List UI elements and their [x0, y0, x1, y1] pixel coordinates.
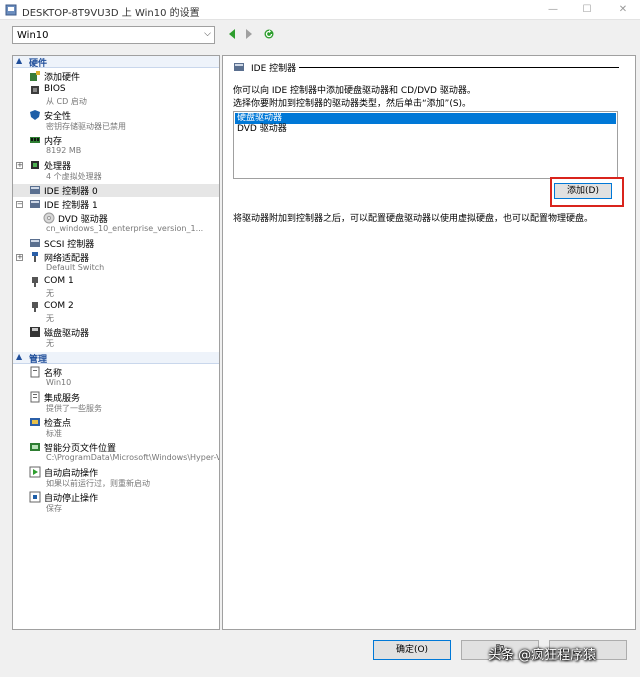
ide-controller-icon	[30, 186, 40, 194]
tree-item-label: COM 1	[44, 276, 74, 286]
tree-item-add-hardware[interactable]: 添加硬件	[13, 70, 219, 83]
auto-start-icon	[29, 466, 41, 478]
title-bar: DESKTOP-8T9VU3D 上 Win10 的设置 — ☐ ✕	[0, 0, 640, 20]
panel-title: IDE 控制器	[251, 64, 297, 74]
tree-item-smart-paging[interactable]: 智能分页文件位置 C:\ProgramData\Microsoft\Window…	[13, 441, 219, 465]
paging-file-icon	[30, 443, 40, 451]
tree-item-detail: 如果以前运行过，则重新启动	[46, 479, 150, 488]
watermark: 头条 @疯狂程序猿	[488, 648, 597, 663]
tree-item-checkpoints[interactable]: 检查点 标准	[13, 416, 219, 440]
tree-item-bios[interactable]: BIOS 从 CD 启动	[13, 84, 219, 108]
tree-item-detail: 从 CD 启动	[46, 97, 87, 106]
collapse-icon[interactable]: −	[16, 201, 23, 208]
close-button[interactable]: ✕	[606, 0, 640, 20]
tree-item-label: COM 2	[44, 301, 74, 311]
tree-item-label: BIOS	[44, 84, 66, 94]
forward-arrow-icon[interactable]	[243, 28, 255, 40]
tree-item-label: 添加硬件	[44, 73, 81, 83]
tree-item-detail: cn_windows_10_enterprise_version_1...	[46, 224, 204, 233]
memory-icon	[30, 137, 40, 143]
shield-icon	[30, 110, 40, 120]
tree-item-detail: 无	[46, 314, 54, 323]
ide-controller-icon	[30, 200, 40, 208]
tree-item-detail: 保存	[46, 504, 62, 513]
floppy-disk-icon	[30, 327, 40, 337]
expand-icon[interactable]: +	[16, 162, 23, 169]
tree-item-memory[interactable]: 内存 8192 MB	[13, 134, 219, 158]
tree-item-detail: Default Switch	[46, 263, 105, 272]
tree-item-name[interactable]: 名称 Win10	[13, 366, 219, 390]
panel-description-line2: 选择你要附加到控制器的驱动器类型，然后单击“添加”(S)。	[233, 99, 472, 109]
tree-item-dvd-drive[interactable]: DVD 驱动器 cn_windows_10_enterprise_version…	[13, 212, 219, 236]
ide-controller-panel: IDE 控制器 你可以向 IDE 控制器中添加硬盘驱动器和 CD/DVD 驱动器…	[222, 55, 636, 630]
vm-selector-dropdown[interactable]: Win10 ⌵	[12, 26, 215, 44]
ide-controller-icon	[234, 63, 244, 71]
tree-item-detail: 无	[46, 289, 54, 298]
add-hardware-icon	[30, 71, 40, 81]
tree-item-detail: 标准	[46, 429, 62, 438]
tree-item-auto-stop[interactable]: 自动停止操作 保存	[13, 491, 219, 515]
list-item-dvd-drive[interactable]: DVD 驱动器	[235, 124, 616, 135]
tree-item-scsi-controller[interactable]: SCSI 控制器	[13, 237, 219, 250]
tree-item-detail: 提供了一些服务	[46, 404, 102, 413]
network-adapter-icon	[32, 252, 38, 262]
tree-item-detail: 8192 MB	[46, 146, 82, 155]
auto-stop-icon	[29, 491, 41, 503]
vm-selector-value: Win10	[17, 30, 49, 41]
collapse-icon[interactable]: ▲	[16, 352, 22, 361]
panel-description-line1: 你可以向 IDE 控制器中添加硬盘驱动器和 CD/DVD 驱动器。	[233, 86, 476, 96]
name-tag-icon	[30, 366, 40, 378]
expand-icon[interactable]: +	[16, 254, 23, 261]
tree-item-detail: 密钥存储驱动器已禁用	[46, 122, 126, 131]
group-divider	[299, 67, 619, 68]
tree-item-detail: 无	[46, 339, 54, 348]
dvd-disc-icon	[43, 212, 55, 224]
drive-type-list[interactable]: 硬盘驱动器 DVD 驱动器	[233, 111, 618, 179]
tree-item-integration-services[interactable]: 集成服务 提供了一些服务	[13, 391, 219, 415]
checkpoint-icon	[30, 418, 40, 426]
refresh-icon[interactable]	[263, 28, 275, 40]
tree-item-detail: 4 个虚拟处理器	[46, 172, 102, 181]
hardware-section-header[interactable]: ▲ 硬件	[13, 56, 219, 69]
com-port-icon	[32, 277, 38, 287]
tree-item-detail: Win10	[46, 378, 72, 387]
settings-app-icon	[5, 4, 17, 16]
ok-button[interactable]: 确定(O)	[373, 640, 451, 660]
tree-item-label: SCSI 控制器	[44, 240, 95, 250]
tree-item-com2[interactable]: COM 2 无	[13, 301, 219, 325]
maximize-button[interactable]: ☐	[570, 0, 604, 20]
scsi-controller-icon	[30, 239, 40, 247]
window-title: DESKTOP-8T9VU3D 上 Win10 的设置	[22, 8, 200, 19]
minimize-button[interactable]: —	[536, 0, 570, 20]
collapse-icon[interactable]: ▲	[16, 56, 22, 65]
tree-item-label: IDE 控制器 1	[44, 201, 98, 211]
add-button[interactable]: 添加(D)	[554, 183, 612, 199]
tree-item-detail: C:\ProgramData\Microsoft\Windows\Hyper-V	[46, 453, 220, 462]
back-arrow-icon[interactable]	[226, 28, 238, 40]
chevron-down-icon: ⌵	[204, 29, 211, 39]
panel-footer-text: 将驱动器附加到控制器之后，可以配置硬盘驱动器以使用虚拟硬盘，也可以配置物理硬盘。	[233, 214, 594, 224]
tree-item-com1[interactable]: COM 1 无	[13, 276, 219, 300]
tree-item-processor[interactable]: + 处理器 4 个虚拟处理器	[13, 159, 219, 183]
tree-item-security[interactable]: 安全性 密钥存储驱动器已禁用	[13, 109, 219, 133]
tree-item-label: IDE 控制器 0	[44, 187, 98, 197]
tree-item-auto-start[interactable]: 自动启动操作 如果以前运行过，则重新启动	[13, 466, 219, 490]
com-port-icon	[32, 302, 38, 312]
tree-item-ide-controller-1[interactable]: − IDE 控制器 1	[13, 198, 219, 211]
settings-tree: ▲ 硬件 添加硬件 BIOS 从 CD 启动 安全性 密钥存储驱动器已禁用 内存…	[12, 55, 220, 630]
tree-item-floppy-drive[interactable]: 磁盘驱动器 无	[13, 326, 219, 350]
list-item-hard-drive[interactable]: 硬盘驱动器	[234, 112, 617, 125]
hardware-section-label: 硬件	[29, 59, 48, 69]
tree-item-ide-controller-0[interactable]: IDE 控制器 0	[13, 184, 219, 197]
bios-chip-icon	[31, 86, 39, 94]
management-section-header[interactable]: ▲ 管理	[13, 352, 219, 365]
management-section-label: 管理	[29, 355, 48, 365]
processor-icon	[31, 161, 39, 169]
integration-services-icon	[30, 391, 40, 403]
tree-item-network-adapter[interactable]: + 网络适配器 Default Switch	[13, 251, 219, 275]
